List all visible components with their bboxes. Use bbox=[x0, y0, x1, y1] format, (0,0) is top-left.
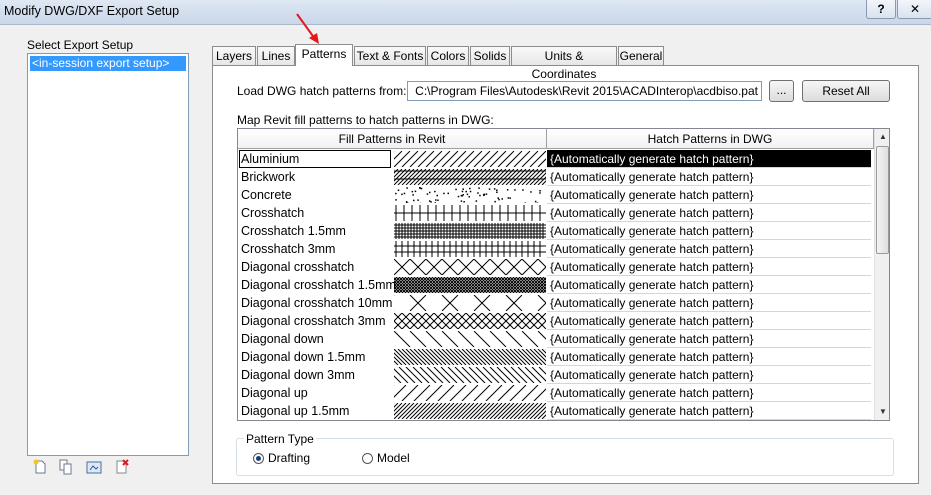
fill-pattern-preview bbox=[394, 223, 546, 239]
fill-pattern-name[interactable]: Diagonal up bbox=[241, 384, 391, 402]
fill-pattern-preview bbox=[377, 150, 571, 168]
fill-pattern-name[interactable]: Crosshatch 3mm bbox=[241, 240, 391, 258]
tab-units-coordinates[interactable]: Units & Coordinates bbox=[511, 46, 617, 81]
pattern-type-title: Pattern Type bbox=[244, 432, 316, 446]
fill-pattern-preview bbox=[377, 276, 578, 294]
fill-pattern-name[interactable]: Crosshatch bbox=[241, 204, 391, 222]
fill-pattern-name[interactable]: Diagonal down bbox=[241, 330, 391, 348]
fill-pattern-name[interactable]: Diagonal crosshatch 1.5mm bbox=[241, 276, 396, 294]
hatch-pattern-cell[interactable]: {Automatically generate hatch pattern} bbox=[547, 294, 871, 312]
hatch-pattern-cell[interactable]: {Automatically generate hatch pattern} bbox=[547, 366, 871, 384]
fill-pattern-name[interactable]: Aluminium bbox=[239, 150, 391, 168]
browse-button[interactable]: ... bbox=[769, 80, 794, 102]
tab-patterns[interactable]: Patterns bbox=[295, 44, 353, 66]
hatch-pattern-cell[interactable]: {Automatically generate hatch pattern} bbox=[547, 312, 871, 330]
hatch-pattern-cell[interactable]: {Automatically generate hatch pattern} bbox=[547, 384, 871, 402]
hatch-pattern-cell[interactable]: {Automatically generate hatch pattern} bbox=[547, 348, 871, 366]
fill-pattern-preview bbox=[377, 168, 575, 186]
load-hatch-label: Load DWG hatch patterns from: bbox=[237, 84, 407, 98]
fill-pattern-preview bbox=[377, 348, 575, 366]
reset-all-button[interactable]: Reset All bbox=[802, 80, 890, 102]
hatch-pattern-cell[interactable]: {Automatically generate hatch pattern} bbox=[547, 240, 871, 258]
tab-solids[interactable]: Solids bbox=[470, 46, 510, 65]
fill-pattern-name[interactable]: Brickwork bbox=[241, 168, 391, 186]
help-button[interactable]: ? bbox=[866, 0, 896, 19]
scroll-thumb[interactable] bbox=[876, 146, 889, 254]
fill-pattern-name[interactable]: Diagonal down 3mm bbox=[241, 366, 391, 384]
fill-pattern-name[interactable]: Crosshatch 1.5mm bbox=[241, 222, 391, 240]
column-header-revit[interactable]: Fill Patterns in Revit bbox=[238, 129, 547, 149]
window-title: Modify DWG/DXF Export Setup bbox=[4, 4, 180, 18]
fill-pattern-preview bbox=[377, 402, 575, 420]
model-radio[interactable] bbox=[362, 453, 373, 464]
fill-pattern-name[interactable]: Diagonal down 1.5mm bbox=[241, 348, 391, 366]
fill-pattern-preview bbox=[394, 205, 546, 221]
tab-text-fonts[interactable]: Text & Fonts bbox=[354, 46, 426, 65]
hatch-pattern-cell[interactable]: {Automatically generate hatch pattern} bbox=[547, 168, 871, 186]
fill-pattern-name[interactable]: Diagonal crosshatch bbox=[241, 258, 391, 276]
fill-pattern-preview bbox=[377, 258, 571, 276]
scroll-up-icon[interactable]: ▲ bbox=[875, 129, 889, 145]
hatch-pattern-cell[interactable]: {Automatically generate hatch pattern} bbox=[547, 330, 871, 348]
drafting-label[interactable]: Drafting bbox=[268, 451, 310, 465]
fill-pattern-preview bbox=[377, 294, 555, 312]
annotation-arrow-icon bbox=[296, 13, 319, 44]
map-patterns-label: Map Revit fill patterns to hatch pattern… bbox=[237, 113, 494, 127]
hatch-pattern-cell[interactable]: {Automatically generate hatch pattern} bbox=[547, 258, 871, 276]
hatch-pattern-cell[interactable]: {Automatically generate hatch pattern} bbox=[547, 276, 871, 294]
fill-pattern-name[interactable]: Diagonal crosshatch 3mm bbox=[241, 312, 391, 330]
tab-general[interactable]: General bbox=[618, 46, 664, 65]
tab-lines[interactable]: Lines bbox=[257, 46, 295, 65]
rename-setup-icon[interactable] bbox=[86, 459, 102, 475]
select-export-setup-label: Select Export Setup bbox=[27, 38, 134, 52]
fill-pattern-preview bbox=[377, 330, 571, 348]
fill-pattern-preview bbox=[377, 366, 577, 384]
hatch-pattern-cell[interactable]: {Automatically generate hatch pattern} bbox=[547, 402, 871, 420]
model-label[interactable]: Model bbox=[377, 451, 410, 465]
hatch-pattern-cell[interactable]: {Automatically generate hatch pattern} bbox=[547, 222, 871, 240]
new-setup-icon[interactable] bbox=[32, 459, 48, 475]
hatch-pattern-cell[interactable]: {Automatically generate hatch pattern} bbox=[547, 204, 871, 222]
pattern-type-group bbox=[236, 438, 894, 476]
column-header-dwg[interactable]: Hatch Patterns in DWG bbox=[547, 129, 874, 149]
tab-colors[interactable]: Colors bbox=[427, 46, 469, 65]
fill-pattern-preview bbox=[394, 187, 546, 205]
delete-setup-icon[interactable] bbox=[114, 459, 130, 475]
hatch-pattern-cell[interactable]: {Automatically generate hatch pattern} bbox=[547, 186, 871, 204]
fill-pattern-name[interactable]: Concrete bbox=[241, 186, 391, 204]
fill-pattern-preview bbox=[377, 312, 571, 330]
duplicate-setup-icon[interactable] bbox=[58, 459, 74, 475]
table-scrollbar[interactable]: ▲ ▼ bbox=[874, 129, 889, 420]
export-setup-list[interactable]: <in-session export setup> bbox=[27, 53, 189, 456]
drafting-radio[interactable] bbox=[253, 453, 264, 464]
hatch-file-path-input[interactable]: C:\Program Files\Autodesk\Revit 2015\ACA… bbox=[407, 81, 762, 101]
pattern-mapping-table[interactable]: Fill Patterns in Revit Hatch Patterns in… bbox=[237, 128, 890, 421]
export-setup-item[interactable]: <in-session export setup> bbox=[30, 56, 186, 71]
fill-pattern-preview bbox=[377, 384, 575, 402]
tab-layers[interactable]: Layers bbox=[212, 46, 256, 65]
close-button[interactable]: ✕ bbox=[897, 0, 931, 19]
fill-pattern-name[interactable]: Diagonal up 1.5mm bbox=[241, 402, 391, 420]
fill-pattern-preview bbox=[394, 241, 546, 257]
scroll-down-icon[interactable]: ▼ bbox=[875, 404, 889, 420]
hatch-pattern-cell[interactable]: {Automatically generate hatch pattern} bbox=[547, 150, 871, 168]
setup-toolbar bbox=[32, 459, 142, 477]
title-bar: Modify DWG/DXF Export Setup ? ✕ bbox=[0, 0, 931, 25]
fill-pattern-name[interactable]: Diagonal crosshatch 10mm bbox=[241, 294, 392, 312]
